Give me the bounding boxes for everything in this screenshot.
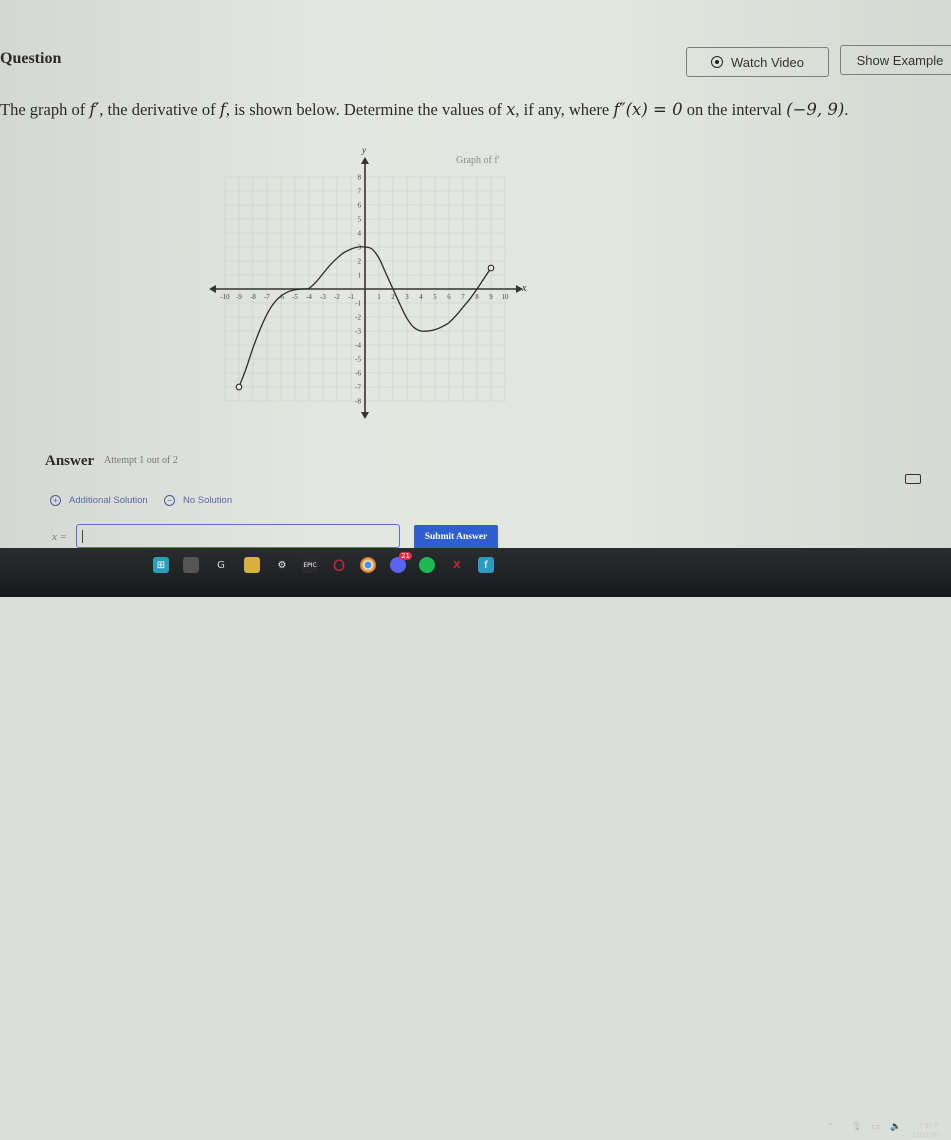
- windows-start-icon[interactable]: ⊞: [153, 557, 169, 573]
- volume-icon[interactable]: 🔈: [890, 1122, 901, 1132]
- question-text-part: , is shown below. Determine the values o…: [225, 100, 507, 119]
- axes: [209, 157, 523, 419]
- additional-solution-button[interactable]: + Additional Solution: [50, 495, 148, 506]
- y-tick-label: -3: [355, 328, 361, 336]
- math-interval: (−9, 9): [786, 100, 845, 119]
- x-tick-label: -2: [334, 293, 340, 301]
- attempt-counter: Attempt 1 out of 2: [104, 455, 178, 466]
- minus-circle-icon: −: [164, 495, 175, 506]
- show-hidden-icons-chevron[interactable]: ^: [826, 1122, 834, 1132]
- y-tick-label: -6: [355, 370, 361, 378]
- x-tick-label: -1: [348, 293, 354, 301]
- blue-app-icon[interactable]: f: [478, 557, 494, 573]
- y-tick-label: -7: [355, 384, 361, 392]
- epic-games-icon[interactable]: EPIC: [302, 557, 318, 573]
- x-tick-label: -4: [306, 293, 312, 301]
- question-page: Question Watch Video Show Example The gr…: [0, 0, 951, 549]
- y-tick-label: 5: [358, 216, 362, 224]
- x-axis-label: x: [521, 283, 527, 294]
- open-endpoint: [487, 264, 495, 272]
- spotify-icon[interactable]: [419, 557, 435, 573]
- y-tick-label: 4: [358, 230, 362, 238]
- x-tick-label: 4: [419, 293, 423, 301]
- x-tick-label: 5: [433, 293, 437, 301]
- text-caret: [82, 530, 83, 543]
- question-text: The graph of f′, the derivative of f, is…: [0, 100, 848, 120]
- y-tick-label: 1: [358, 272, 362, 280]
- y-tick-label: 8: [358, 174, 362, 182]
- watch-video-label: Watch Video: [731, 54, 804, 70]
- y-tick-label: -2: [355, 314, 361, 322]
- y-tick-label: -4: [355, 342, 361, 350]
- y-axis-label: y: [361, 145, 366, 155]
- chrome-icon[interactable]: [360, 557, 376, 573]
- question-text-part: on the interval: [682, 100, 787, 119]
- steelseries-icon[interactable]: ⚙: [274, 557, 290, 573]
- x-tick-label: -7: [264, 293, 270, 301]
- opera-gx-icon[interactable]: O: [331, 556, 347, 575]
- x-tick-label: 1: [377, 293, 381, 301]
- plus-circle-icon: +: [50, 495, 61, 506]
- y-tick-label: 7: [358, 188, 362, 196]
- math-fdoubleprime-eq: f″(x) = 0: [613, 100, 683, 119]
- answer-input[interactable]: [76, 524, 400, 548]
- derivative-graph: -10 -9 -8 -7 -6 -5 -4 -3 -2 -1 1 2 3 4 5 6 7 8 9 10-8-7-6-5…: [209, 145, 527, 419]
- logitech-ghub-icon[interactable]: G: [213, 557, 229, 573]
- clock-time: 7:37 P: [918, 1123, 939, 1130]
- x-tick-label: 9: [489, 293, 493, 301]
- additional-solution-label: Additional Solution: [69, 495, 148, 506]
- show-example-label: Show Example: [856, 52, 944, 68]
- y-tick-label: 6: [358, 202, 362, 210]
- keyboard-icon[interactable]: [905, 474, 921, 484]
- x-tick-label: 7: [461, 293, 465, 301]
- system-clock[interactable]: 7:37 P 12/11/20: [912, 1122, 939, 1140]
- question-text-part: , if any, where: [515, 100, 614, 119]
- no-solution-button[interactable]: − No Solution: [164, 495, 232, 506]
- question-text-part: .: [844, 100, 849, 119]
- question-text-part: The graph of: [0, 100, 90, 119]
- taskbar: ⊞ G ⚙ EPIC O 21 X f ^ 🎙 ▭ 🔈 7:37 P 12/11…: [0, 548, 951, 1139]
- discord-icon[interactable]: 21: [390, 552, 412, 573]
- no-solution-label: No Solution: [183, 495, 233, 506]
- video-play-icon: [711, 56, 723, 68]
- question-text-part: , the derivative of: [99, 100, 220, 119]
- submit-answer-button[interactable]: Submit Answer: [414, 525, 498, 549]
- microphone-icon[interactable]: 🎙: [851, 1122, 862, 1132]
- y-tick-label: -1: [355, 300, 361, 308]
- open-endpoint: [235, 383, 243, 391]
- x-tick-label: 8: [475, 293, 479, 301]
- x-tick-label: -5: [292, 293, 298, 301]
- clock-date: 12/11/20: [912, 1132, 939, 1139]
- math-fprime: f′: [89, 100, 100, 119]
- x-tick-label: 10: [502, 293, 510, 301]
- y-axis-down-arrow: [361, 412, 369, 419]
- y-tick-label: 2: [358, 258, 362, 266]
- y-axis-up-arrow: [361, 157, 369, 164]
- watch-video-button[interactable]: Watch Video: [686, 47, 829, 77]
- y-tick-label: -8: [355, 398, 361, 406]
- x-tick-label: -8: [250, 293, 256, 301]
- network-icon[interactable]: ▭: [871, 1122, 880, 1132]
- show-example-button[interactable]: Show Example: [840, 45, 951, 75]
- y-tick-label: -5: [355, 356, 361, 364]
- task-view-icon[interactable]: [183, 557, 199, 573]
- discord-badge: 21: [399, 552, 412, 560]
- x-tick-label: 6: [447, 293, 451, 301]
- answer-label: Answer: [45, 453, 95, 469]
- red-x-app-icon[interactable]: X: [449, 557, 465, 573]
- x-axis-left-arrow: [209, 285, 216, 293]
- x-tick-label: -9: [236, 293, 242, 301]
- question-title: Question: [0, 50, 62, 67]
- x-tick-label: 3: [405, 293, 409, 301]
- x-tick-label: -3: [320, 293, 326, 301]
- chart-title: Graph of f′: [456, 155, 500, 166]
- x-tick-label: -10: [220, 293, 230, 301]
- file-explorer-icon[interactable]: [244, 557, 260, 573]
- x-equals-label: x =: [52, 531, 68, 543]
